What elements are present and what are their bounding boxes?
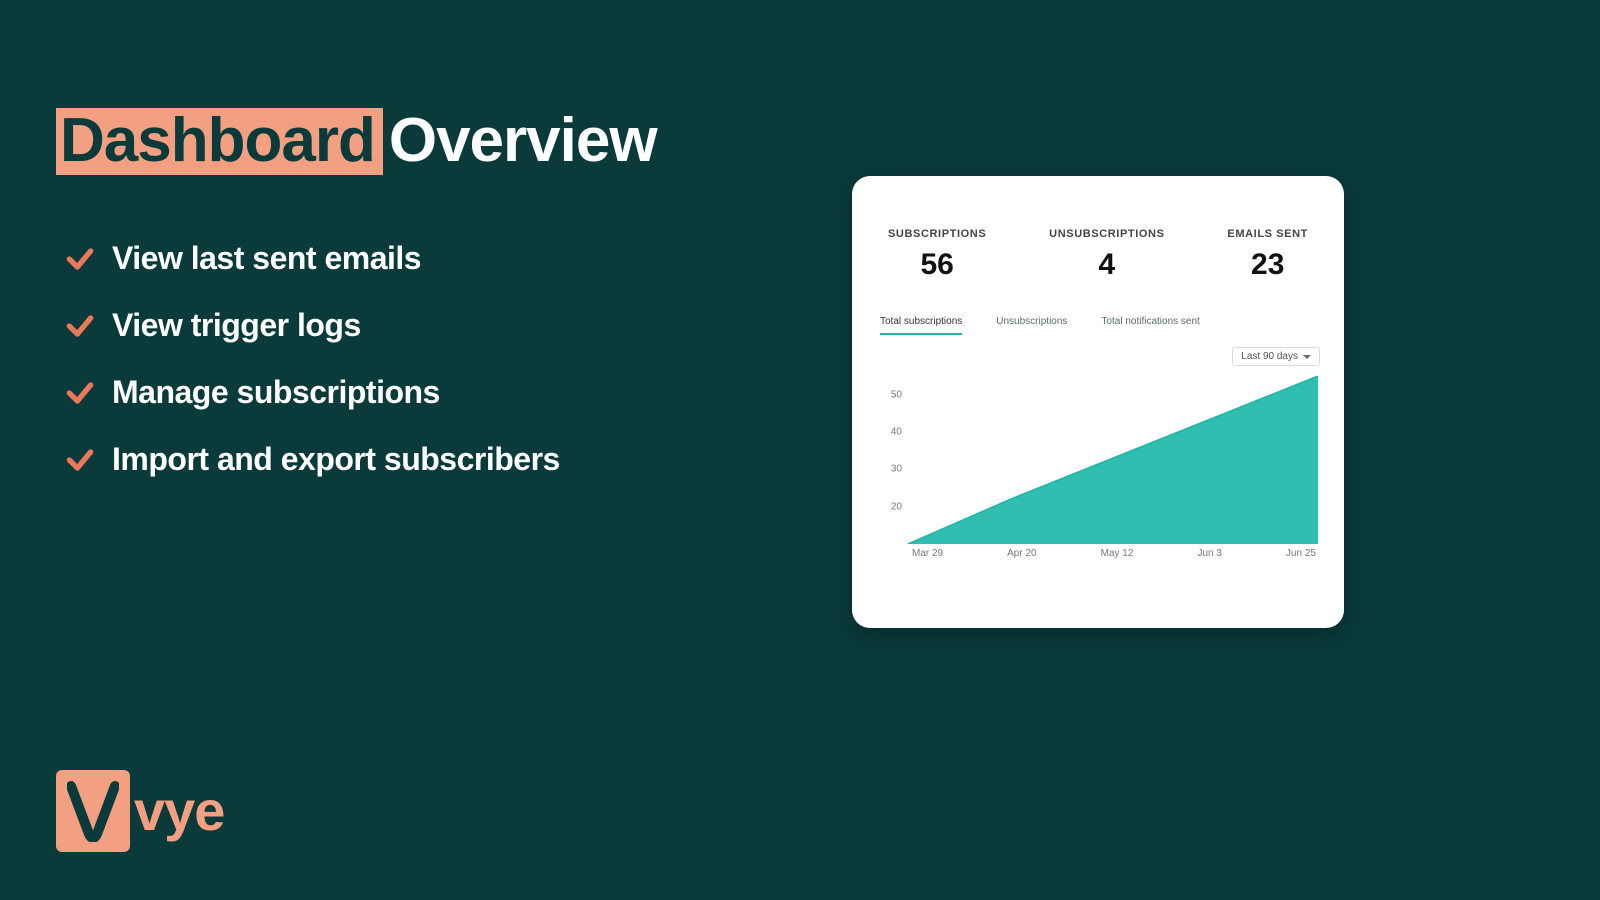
x-tick: May 12 [1101, 548, 1134, 566]
stat-label: UNSUBSCRIPTIONS [1049, 228, 1164, 240]
y-tick: 40 [876, 427, 902, 438]
area-chart-svg [908, 376, 1318, 544]
feature-label: Import and export subscribers [112, 441, 560, 478]
y-tick: 20 [876, 501, 902, 512]
x-tick: Apr 20 [1007, 548, 1036, 566]
brand-logo-mark [56, 770, 130, 852]
tab-total-notifications-sent[interactable]: Total notifications sent [1101, 316, 1199, 335]
stat-subscriptions: SUBSCRIPTIONS 56 [888, 228, 986, 282]
brand-logo-text: vye [134, 783, 224, 839]
x-tick: Mar 29 [912, 548, 943, 566]
y-tick: 50 [876, 389, 902, 400]
x-tick: Jun 25 [1286, 548, 1316, 566]
check-icon [64, 444, 96, 476]
chart: 50 40 30 20 Mar 29 Apr 20 May 12 Jun 3 Jun 25 [876, 376, 1320, 566]
feature-item: View last sent emails [64, 240, 560, 277]
stats-row: SUBSCRIPTIONS 56 UNSUBSCRIPTIONS 4 EMAIL… [876, 228, 1320, 282]
page-title: DashboardOverview [56, 105, 657, 176]
feature-label: Manage subscriptions [112, 374, 440, 411]
date-range-button[interactable]: Last 90 days [1232, 347, 1320, 366]
stat-label: SUBSCRIPTIONS [888, 228, 986, 240]
brand-logo: vye [56, 770, 224, 852]
chevron-down-icon [1303, 355, 1311, 359]
feature-item: Import and export subscribers [64, 441, 560, 478]
range-row: Last 90 days [876, 347, 1320, 366]
stat-unsubscriptions: UNSUBSCRIPTIONS 4 [1049, 228, 1164, 282]
stat-value: 23 [1227, 248, 1308, 282]
title-highlight: Dashboard [56, 108, 383, 175]
stat-value: 4 [1049, 248, 1164, 282]
stat-value: 56 [888, 248, 986, 282]
check-icon [64, 310, 96, 342]
stat-label: EMAILS SENT [1227, 228, 1308, 240]
tab-total-subscriptions[interactable]: Total subscriptions [880, 316, 962, 335]
chart-plot [908, 376, 1318, 544]
x-tick: Jun 3 [1197, 548, 1221, 566]
slide: DashboardOverview View last sent emailsV… [0, 0, 1600, 900]
y-tick: 30 [876, 464, 902, 475]
dashboard-card: SUBSCRIPTIONS 56 UNSUBSCRIPTIONS 4 EMAIL… [852, 176, 1344, 628]
feature-item: Manage subscriptions [64, 374, 560, 411]
check-icon [64, 377, 96, 409]
v-letter-icon [67, 780, 119, 842]
chart-y-axis: 50 40 30 20 [876, 376, 902, 544]
stat-emails-sent: EMAILS SENT 23 [1227, 228, 1308, 282]
feature-label: View last sent emails [112, 240, 421, 277]
check-icon [64, 243, 96, 275]
feature-label: View trigger logs [112, 307, 361, 344]
date-range-label: Last 90 days [1241, 351, 1298, 362]
feature-list: View last sent emails View trigger logs Ma… [64, 240, 560, 478]
chart-x-axis: Mar 29 Apr 20 May 12 Jun 3 Jun 25 [908, 548, 1320, 566]
chart-tabs: Total subscriptions Unsubscriptions Tota… [876, 316, 1320, 335]
feature-item: View trigger logs [64, 307, 560, 344]
title-rest: Overview [389, 106, 657, 175]
tab-unsubscriptions[interactable]: Unsubscriptions [996, 316, 1067, 335]
